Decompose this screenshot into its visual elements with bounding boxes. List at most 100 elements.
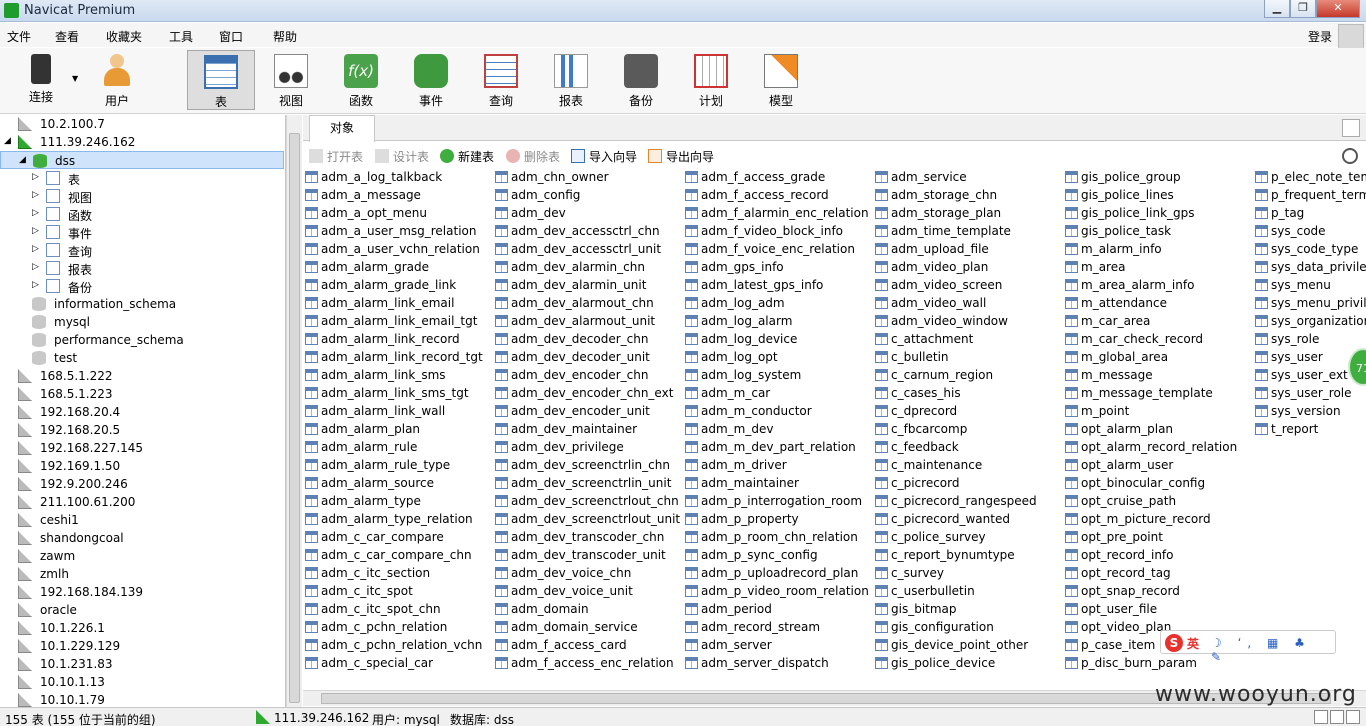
table-item[interactable]: gis_police_link_gps [1063, 204, 1237, 222]
table-item[interactable]: adm_upload_file [873, 240, 1037, 258]
menu-view[interactable]: 查看 [55, 28, 79, 45]
table-item[interactable]: m_car_area [1063, 312, 1237, 330]
tree-object-group[interactable]: ▷ 表 [0, 169, 284, 187]
table-item[interactable]: p_elec_note_tem [1253, 168, 1366, 186]
ime-toolbar[interactable]: S 英 ☽ ‘, ▦ ♣ ✎ [1160, 630, 1336, 664]
table-item[interactable]: adm_m_conductor [683, 402, 869, 420]
tree-object-group[interactable]: ▷ 事件 [0, 223, 284, 241]
table-item[interactable]: adm_dev_alarmin_unit [493, 276, 680, 294]
tree-expand-icon[interactable]: ▷ [32, 226, 39, 236]
table-item[interactable]: c_userbulletin [873, 582, 1037, 600]
user-button[interactable]: 用户 [84, 50, 150, 110]
table-item[interactable]: adm_f_alarmin_enc_relation [683, 204, 869, 222]
table-item[interactable]: adm_gps_info [683, 258, 869, 276]
tree-connection[interactable]: 192.9.200.246 [0, 475, 284, 493]
tree-expand-icon[interactable]: ▷ [32, 172, 39, 182]
table-item[interactable]: opt_binocular_config [1063, 474, 1237, 492]
model-button[interactable]: 模型 [748, 50, 814, 110]
function-button[interactable]: f(x) 函数 [328, 50, 394, 110]
tree-connection[interactable]: 10.1.226.1 [0, 619, 284, 637]
tree-database[interactable]: mysql [0, 313, 284, 331]
table-item[interactable]: adm_latest_gps_info [683, 276, 869, 294]
table-item[interactable]: adm_video_plan [873, 258, 1037, 276]
table-item[interactable]: adm_server_dispatch [683, 654, 869, 672]
table-item[interactable]: opt_snap_record [1063, 582, 1237, 600]
table-item[interactable]: c_picrecord_wanted [873, 510, 1037, 528]
table-item[interactable]: opt_record_tag [1063, 564, 1237, 582]
table-item[interactable]: adm_alarm_link_record_tgt [303, 348, 483, 366]
table-item[interactable]: adm_alarm_source [303, 474, 483, 492]
table-item[interactable]: adm_dev_decoder_unit [493, 348, 680, 366]
table-item[interactable]: c_fbcarcomp [873, 420, 1037, 438]
table-item[interactable]: adm_video_screen [873, 276, 1037, 294]
table-item[interactable]: c_feedback [873, 438, 1037, 456]
table-item[interactable]: adm_c_itc_spot [303, 582, 483, 600]
tree-object-group[interactable]: ▷ 查询 [0, 241, 284, 259]
tree-connection[interactable]: 192.169.1.50 [0, 457, 284, 475]
table-item[interactable]: c_picrecord_rangespeed [873, 492, 1037, 510]
tree-connection[interactable]: ◢ 111.39.246.162 [0, 133, 284, 151]
table-item[interactable]: adm_storage_chn [873, 186, 1037, 204]
table-item[interactable]: adm_dev_alarmin_chn [493, 258, 680, 276]
event-button[interactable]: 事件 [398, 50, 464, 110]
table-item[interactable]: sys_organizatior [1253, 312, 1366, 330]
table-item[interactable]: adm_config [493, 186, 680, 204]
tree-connection[interactable]: zmlh [0, 565, 284, 583]
table-item[interactable]: c_cases_his [873, 384, 1037, 402]
table-item[interactable]: adm_log_system [683, 366, 869, 384]
table-item[interactable]: m_global_area [1063, 348, 1237, 366]
tree-expand-icon[interactable]: ▷ [32, 190, 39, 200]
table-item[interactable]: opt_cruise_path [1063, 492, 1237, 510]
tree-connection[interactable]: oracle [0, 601, 284, 619]
table-item[interactable]: adm_dev_screenctrlin_unit [493, 474, 680, 492]
tree-scrollbar[interactable] [286, 115, 302, 707]
table-item[interactable]: adm_alarm_type_relation [303, 510, 483, 528]
table-item[interactable]: adm_alarm_grade_link [303, 276, 483, 294]
table-item[interactable]: adm_dev_maintainer [493, 420, 680, 438]
tree-expand-icon[interactable]: ▷ [32, 244, 39, 254]
table-item[interactable]: adm_p_interrogation_room [683, 492, 869, 510]
tree-scrollbar-thumb[interactable] [289, 133, 300, 703]
table-item[interactable]: adm_f_voice_enc_relation [683, 240, 869, 258]
table-item[interactable]: gis_police_group [1063, 168, 1237, 186]
detail-view-icon[interactable] [1330, 710, 1344, 724]
table-item[interactable]: adm_period [683, 600, 869, 618]
menu-file[interactable]: 文件 [7, 28, 31, 45]
login-link[interactable]: 登录 [1308, 28, 1332, 45]
table-item[interactable]: adm_dev_encoder_unit [493, 402, 680, 420]
table-item[interactable]: adm_server [683, 636, 869, 654]
table-item[interactable]: c_report_bynumtype [873, 546, 1037, 564]
table-item[interactable]: sys_menu_privile [1253, 294, 1366, 312]
table-item[interactable]: adm_video_window [873, 312, 1037, 330]
table-item[interactable]: adm_dev_alarmout_unit [493, 312, 680, 330]
table-item[interactable]: gis_police_device [873, 654, 1037, 672]
query-button[interactable]: 查询 [468, 50, 534, 110]
report-button[interactable]: 报表 [538, 50, 604, 110]
tree-expand-icon[interactable]: ▷ [32, 262, 39, 272]
import-wizard-button[interactable]: 导入向导 [571, 148, 637, 164]
table-button[interactable]: 表 [187, 50, 255, 110]
table-item[interactable]: adm_alarm_rule_type [303, 456, 483, 474]
backup-button[interactable]: 备份 [608, 50, 674, 110]
table-item[interactable]: m_message_template [1063, 384, 1237, 402]
table-item[interactable]: c_bulletin [873, 348, 1037, 366]
table-item[interactable]: adm_dev_accessctrl_unit [493, 240, 680, 258]
menu-help[interactable]: 帮助 [273, 28, 297, 45]
table-item[interactable]: opt_alarm_user [1063, 456, 1237, 474]
tree-connection[interactable]: ceshi1 [0, 511, 284, 529]
table-item[interactable]: sys_code [1253, 222, 1366, 240]
table-item[interactable]: adm_dev_screenctrlin_chn [493, 456, 680, 474]
search-icon[interactable] [1342, 148, 1358, 164]
table-item[interactable]: adm_alarm_link_sms [303, 366, 483, 384]
table-item[interactable]: adm_dev_transcoder_chn [493, 528, 680, 546]
table-item[interactable]: adm_dev [493, 204, 680, 222]
table-item[interactable]: adm_c_car_compare_chn [303, 546, 483, 564]
table-item[interactable]: m_area_alarm_info [1063, 276, 1237, 294]
menu-tools[interactable]: 工具 [169, 28, 193, 45]
table-item[interactable]: p_frequent_term [1253, 186, 1366, 204]
table-item[interactable]: adm_f_access_card [493, 636, 680, 654]
table-item[interactable]: sys_user_role [1253, 384, 1366, 402]
table-item[interactable]: adm_m_driver [683, 456, 869, 474]
table-item[interactable]: gis_police_lines [1063, 186, 1237, 204]
table-item[interactable]: adm_p_sync_config [683, 546, 869, 564]
